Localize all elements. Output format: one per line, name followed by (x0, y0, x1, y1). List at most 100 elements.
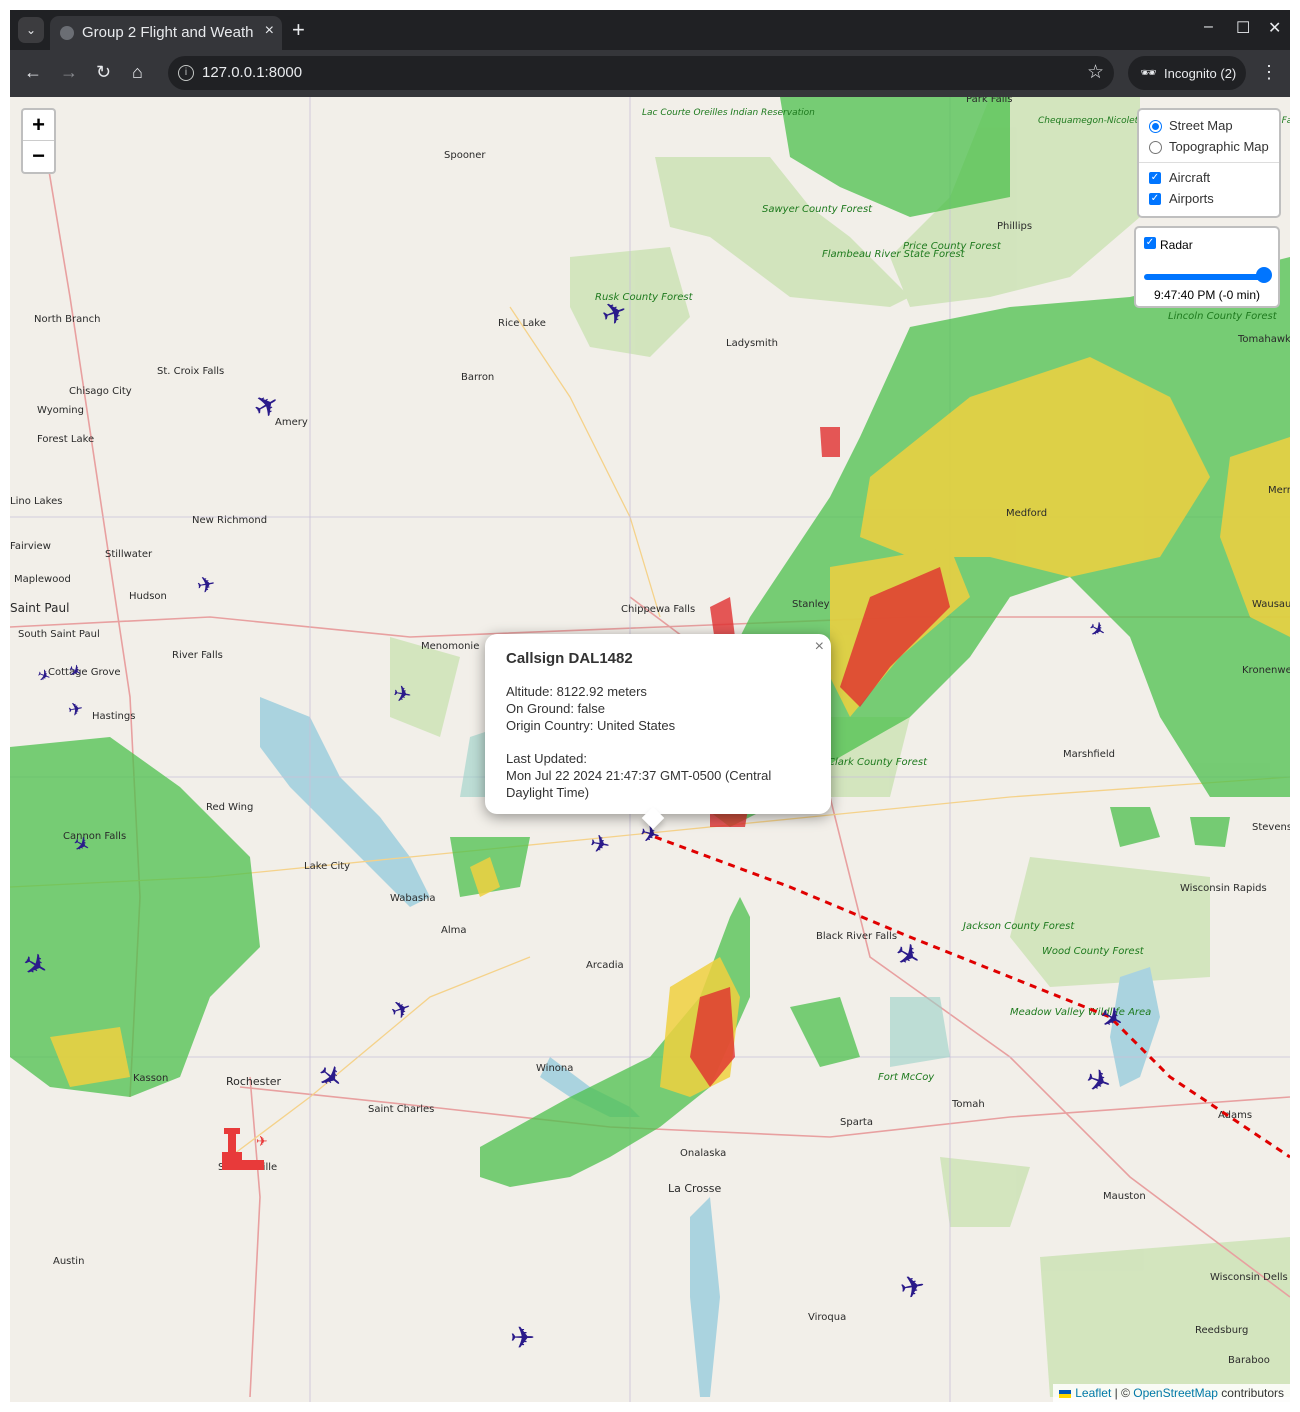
maximize-button[interactable]: ☐ (1236, 18, 1250, 38)
aircraft-icon[interactable]: ✈ (66, 698, 85, 721)
radar-checkbox[interactable]: ✓ (1144, 237, 1156, 249)
place-label: La Crosse (668, 1182, 722, 1195)
place-label: North Branch (34, 314, 100, 325)
place-label: Lac Courte Oreilles Indian Reservation (642, 108, 815, 118)
zoom-control: + − (21, 108, 56, 174)
close-window-button[interactable]: ✕ (1268, 18, 1281, 38)
aircraft-icon[interactable]: ✈ (65, 659, 86, 682)
new-tab-button[interactable]: + (292, 17, 305, 43)
aircraft-icon[interactable]: ✈ (195, 572, 217, 600)
reload-icon[interactable]: ↻ (96, 62, 111, 83)
aircraft-icon[interactable]: ✈ (387, 993, 415, 1026)
place-label: Austin (53, 1256, 84, 1267)
place-label: Barron (461, 372, 494, 383)
place-label: Kasson (133, 1073, 168, 1084)
aircraft-icon[interactable]: ✈ (34, 665, 53, 687)
popup-callsign: Callsign DAL1482 (506, 650, 633, 667)
street-map-radio[interactable] (1149, 120, 1162, 133)
more-menu-icon[interactable]: ⋮ (1260, 62, 1278, 83)
radar-label: Radar (1160, 238, 1193, 252)
place-label: Forest Lake (37, 434, 94, 445)
globe-icon (60, 26, 74, 40)
place-label: Tomah (951, 1099, 985, 1110)
place-label: Tomahawk (1237, 334, 1290, 345)
place-label: River Falls (172, 650, 223, 661)
place-label: Menomonie (421, 641, 479, 652)
incognito-indicator[interactable]: 🕶 Incognito (2) (1128, 56, 1246, 90)
site-info-icon[interactable]: i (178, 65, 194, 81)
home-icon[interactable]: ⌂ (132, 62, 143, 83)
topographic-map-radio[interactable] (1149, 141, 1162, 154)
place-label: St. Croix Falls (157, 366, 224, 377)
map-viewport[interactable]: Spooner Park Falls Chequamegon-Nicolet N… (10, 97, 1290, 1402)
bookmark-star-icon[interactable]: ☆ (1087, 61, 1104, 84)
place-label: Fort McCoy (878, 1072, 935, 1083)
place-label: Hudson (129, 591, 167, 602)
place-label: Jackson County Forest (961, 921, 1075, 932)
place-label: Merrill (1268, 485, 1290, 496)
place-label: Red Wing (206, 802, 253, 813)
popup-origin-country: Origin Country: United States (506, 718, 676, 733)
back-icon[interactable]: ← (24, 62, 42, 83)
address-bar[interactable]: i 127.0.0.1:8000 ☆ (168, 56, 1114, 90)
aircraft-icon[interactable]: ✈ (897, 1268, 928, 1307)
aircraft-overlay-label: Aircraft (1169, 170, 1211, 185)
tab-close-icon[interactable]: × (265, 22, 274, 40)
place-label: Phillips (997, 221, 1032, 232)
place-label: Wabasha (390, 893, 436, 904)
place-label: Black River Falls (816, 931, 897, 942)
place-label: Ladysmith (726, 338, 778, 349)
leaflet-link[interactable]: Leaflet (1075, 1386, 1111, 1400)
airport-icon[interactable]: ✈ (222, 1128, 268, 1170)
tab-search-button[interactable]: ⌄ (18, 17, 44, 43)
place-label: Cannon Falls (63, 831, 126, 842)
place-label: Rochester (226, 1075, 281, 1088)
popup-last-updated-value-cont: Daylight Time) (506, 785, 590, 800)
place-label: Mauston (1103, 1191, 1146, 1202)
active-tab[interactable]: Group 2 Flight and Weath × (50, 16, 282, 50)
place-label: Reedsburg (1195, 1325, 1248, 1336)
aircraft-icon[interactable]: ✈ (588, 829, 613, 860)
incognito-label: Incognito (2) (1164, 66, 1237, 81)
place-label: Saint Paul (10, 601, 69, 615)
zoom-out-button[interactable]: − (23, 141, 54, 171)
aircraft-icon[interactable]: ✈ (510, 1321, 535, 1356)
place-label: Winona (536, 1063, 573, 1074)
zoom-in-button[interactable]: + (23, 110, 54, 141)
popup-close-button[interactable]: × (815, 638, 824, 656)
minimize-button[interactable]: – (1204, 18, 1213, 36)
street-map-label: Street Map (1169, 118, 1233, 133)
place-label: Park Falls (966, 97, 1013, 105)
aircraft-icon[interactable]: ✈ (1081, 1061, 1117, 1102)
map-attribution: Leaflet | © OpenStreetMap contributors (1053, 1384, 1290, 1402)
place-label: Kronenwetter (1242, 665, 1290, 676)
place-label: Sawyer County Forest (762, 204, 873, 215)
popup-altitude: Altitude: 8122.92 meters (506, 684, 647, 699)
place-label: Marshfield (1063, 749, 1115, 760)
aircraft-icon[interactable]: ✈ (1084, 615, 1111, 644)
place-label: Hastings (92, 711, 135, 722)
place-label: Chisago City (69, 386, 132, 397)
place-label: Onalaska (680, 1148, 726, 1159)
place-label: Baraboo (1228, 1355, 1270, 1366)
ukraine-flag-icon (1059, 1389, 1072, 1398)
place-label: Stillwater (105, 549, 153, 560)
place-label: Lake City (304, 861, 350, 872)
radar-slider-thumb[interactable] (1256, 267, 1272, 283)
place-label: South Saint Paul (18, 629, 100, 640)
osm-link[interactable]: OpenStreetMap (1133, 1386, 1218, 1400)
attribution-separator: | © (1111, 1386, 1134, 1400)
url-text[interactable]: 127.0.0.1:8000 (202, 64, 302, 81)
place-label: Maplewood (14, 574, 71, 585)
place-label: Spooner (444, 150, 486, 161)
aircraft-checkbox[interactable]: ✓ (1149, 172, 1161, 184)
forward-icon[interactable]: → (60, 62, 78, 83)
layer-control: Street Map Topographic Map ✓ Aircraft ✓ … (1137, 108, 1281, 218)
radar-time-slider[interactable] (1144, 274, 1264, 280)
tab-strip: ⌄ Group 2 Flight and Weath × + – ☐ ✕ (10, 10, 1290, 50)
airports-checkbox[interactable]: ✓ (1149, 193, 1161, 205)
place-label: Rice Lake (498, 318, 546, 329)
place-label: Arcadia (586, 960, 624, 971)
tab-title: Group 2 Flight and Weath (82, 24, 254, 41)
place-label: Lino Lakes (10, 496, 62, 507)
